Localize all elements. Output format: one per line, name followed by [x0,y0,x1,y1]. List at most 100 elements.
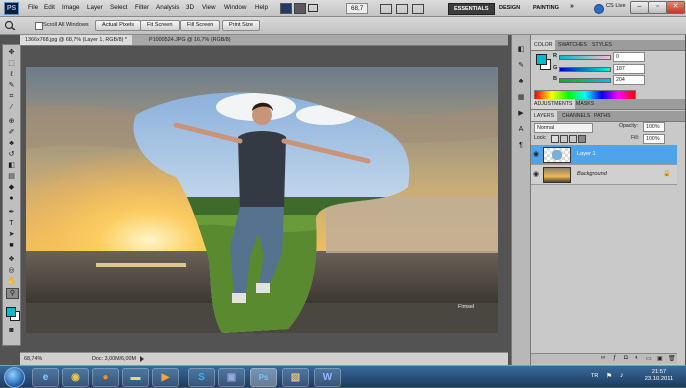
new-layer-icon[interactable]: ▣ [657,355,663,362]
tab-channels[interactable]: CHANNELS [559,111,593,121]
taskbar-chrome[interactable]: ◉ [62,368,89,387]
color-panel-foreground-swatch[interactable] [536,54,547,65]
dodge-tool-icon[interactable]: ● [6,194,17,203]
clone-source-panel-icon[interactable]: ♣ [516,77,526,87]
taskbar-skype[interactable]: S [188,368,215,387]
taskbar-image-viewer[interactable]: ▧ [282,368,309,387]
mini-bridge-panel-icon[interactable]: ◧ [516,45,526,55]
tab-document-2[interactable]: P1000524.JPG @ 16,7% (RGB/8) [144,35,236,45]
tab-masks[interactable]: MASKS [573,99,597,109]
menu-layer[interactable]: Layer [87,4,103,11]
lock-all-icon[interactable] [578,135,586,143]
history-brush-tool-icon[interactable]: ↺ [6,150,17,159]
opacity-input[interactable]: 100% [643,122,665,132]
document-canvas[interactable]: Fimsel [26,67,498,333]
scroll-all-windows-checkbox[interactable] [35,22,43,30]
path-select-tool-icon[interactable]: ➤ [6,230,17,239]
input-language[interactable]: TR [591,373,598,379]
adjustment-layer-icon[interactable]: ◐ [635,355,639,361]
tray-volume-icon[interactable]: ♪ [620,372,624,379]
status-menu-arrow-icon[interactable] [140,356,144,362]
menu-view[interactable]: View [202,4,216,11]
minimize-button[interactable]: – [630,1,649,14]
guides-icon[interactable] [308,4,318,12]
actual-pixels-button[interactable]: Actual Pixels [95,20,142,31]
history-panel-icon[interactable]: ▦ [516,93,526,103]
taskbar-ie[interactable]: e [32,368,59,387]
lasso-tool-icon[interactable]: ℓ [6,70,17,79]
healing-brush-tool-icon[interactable]: ⊕ [6,117,17,126]
channel-g-slider[interactable] [559,67,611,72]
zoom-tool-active-icon[interactable]: ⚲ [6,288,19,299]
arrange-documents-icon[interactable] [396,4,408,14]
channel-b-slider[interactable] [559,78,611,83]
menu-file[interactable]: File [28,4,38,11]
taskbar-app[interactable]: ▣ [218,368,245,387]
menu-window[interactable]: Window [224,4,246,11]
link-layers-icon[interactable]: ∞ [601,355,605,361]
eyedropper-tool-icon[interactable]: ⁄ [6,103,17,112]
menu-select[interactable]: Select [110,4,128,11]
clone-stamp-tool-icon[interactable]: ♣ [6,139,17,148]
close-button[interactable]: ✕ [666,1,685,14]
background-layer-name[interactable]: Background [577,171,607,177]
eraser-tool-icon[interactable]: ◧ [6,161,17,170]
delete-layer-icon[interactable]: 🗑 [668,355,676,362]
lock-position-icon[interactable] [569,135,577,143]
maximize-button[interactable]: ▫ [648,1,667,14]
paragraph-panel-icon[interactable]: ¶ [516,141,526,151]
taskbar-word[interactable]: W [314,368,341,387]
hand-view-icon[interactable] [380,4,392,14]
menu-3d[interactable]: 3D [186,4,194,11]
layer-row-background[interactable]: ◉ Background 🔒 [531,165,677,185]
workspace-essentials[interactable]: ESSENTIALS [448,3,495,15]
marquee-tool-icon[interactable]: ⬚ [6,59,17,68]
brushes-panel-icon[interactable]: ✎ [516,61,526,71]
tab-styles[interactable]: STYLES [589,40,615,50]
channel-r-value[interactable]: 0 [613,52,645,62]
menu-filter[interactable]: Filter [135,4,149,11]
fit-screen-button[interactable]: Fit Screen [140,20,180,31]
menu-edit[interactable]: Edit [44,4,55,11]
tab-layers[interactable]: LAYERS [531,111,558,121]
type-tool-icon[interactable]: T [6,219,17,228]
character-panel-icon[interactable]: A [516,125,526,135]
3d-orbit-tool-icon[interactable]: ◎ [6,266,17,275]
start-button[interactable] [4,367,25,388]
tab-document-1[interactable]: 1366x768.jpg @ 68,7% (Layer 1, RGB/8) * [20,35,132,45]
3d-rotate-tool-icon[interactable]: ❖ [6,255,17,264]
bridge-icon[interactable] [280,3,292,14]
tab-adjustments[interactable]: ADJUSTMENTS [531,99,576,109]
tab-color[interactable]: COLOR [531,40,556,50]
pen-tool-icon[interactable]: ✒ [6,208,17,217]
tab-swatches[interactable]: SWATCHES [555,40,590,50]
quick-mask-icon[interactable]: ◙ [6,326,17,335]
move-tool-icon[interactable]: ✥ [6,48,17,57]
workspace-painting[interactable]: PAINTING [528,3,564,13]
channel-r-slider[interactable] [559,55,611,60]
layer-style-icon[interactable]: ƒ [613,355,616,361]
shape-tool-icon[interactable]: ■ [6,241,17,250]
minibridge-icon[interactable] [294,3,306,14]
lock-pixels-icon[interactable] [560,135,568,143]
gradient-tool-icon[interactable]: ▤ [6,172,17,181]
screen-mode-icon[interactable] [412,4,424,14]
tray-flag-icon[interactable]: ⚑ [606,372,612,380]
blur-tool-icon[interactable]: ◆ [6,183,17,192]
taskbar-firefox[interactable]: ● [92,368,119,387]
brush-tool-icon[interactable]: ✐ [6,128,17,137]
lock-transparency-icon[interactable] [551,135,559,143]
hand-tool-icon[interactable]: ✋ [6,277,17,286]
system-clock[interactable]: 21:57 23.10.2011 [636,369,682,383]
cs-live-button[interactable]: CS Live [606,3,626,9]
menu-help[interactable]: Help [255,4,268,11]
foreground-color-swatch[interactable] [6,307,16,317]
print-size-button[interactable]: Print Size [222,20,260,31]
background-visibility-eye-icon[interactable]: ◉ [533,170,539,178]
tab-paths[interactable]: PATHS [591,111,614,121]
blend-mode-select[interactable]: Normal [534,123,593,133]
actions-panel-icon[interactable]: ▶ [516,109,526,119]
menu-image[interactable]: Image [62,4,80,11]
fill-screen-button[interactable]: Fill Screen [180,20,221,31]
layer-1-name[interactable]: Layer 1 [577,151,596,157]
